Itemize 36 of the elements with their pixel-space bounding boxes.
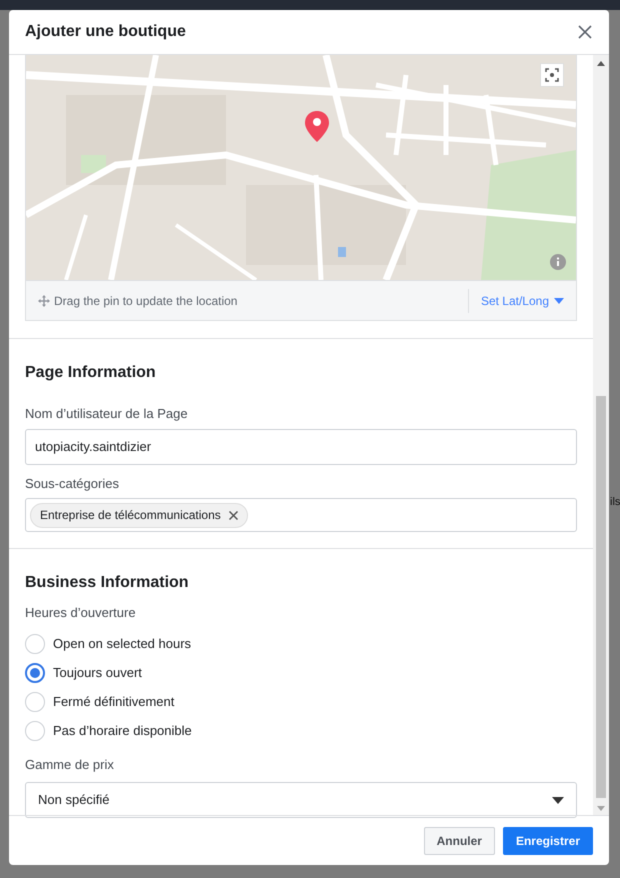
subcategories-field[interactable]: Entreprise de télécommunications [25,498,577,532]
caret-icon [554,298,564,304]
dialog-title: Ajouter une boutique [25,22,186,42]
move-icon [38,294,50,306]
cancel-button[interactable]: Annuler [424,826,495,854]
radio-label: Open on selected hours [53,635,192,654]
focus-icon [545,68,559,82]
price-range-select[interactable]: Non spécifié [25,782,577,818]
scroll-up-icon[interactable] [597,61,605,66]
field-label: Nom d’utilisateur de la Page [25,405,189,423]
map-pin-icon[interactable] [305,111,329,142]
scroll-down-icon[interactable] [597,806,605,811]
close-icon[interactable] [577,24,593,40]
background-text: ils [610,495,620,510]
section-heading: Page Information [25,363,157,383]
caret-icon [552,796,564,804]
scrollbar[interactable] [593,55,609,815]
recenter-button[interactable] [540,63,564,87]
field-label: Gamme de prix [25,756,115,774]
radio-label: Fermé définitivement [53,693,174,712]
map-hint: Drag the pin to update the location [54,292,238,310]
radio-option[interactable]: Toujours ouvert [25,658,577,688]
info-icon[interactable] [550,254,566,270]
radio-label: Toujours ouvert [53,664,142,682]
radio-button[interactable] [25,663,45,683]
section-heading: Business Information [25,573,190,593]
category-tag: Entreprise de télécommunications [30,502,248,528]
radio-option[interactable]: Fermé définitivement [25,688,577,716]
field-label: Sous-catégories [25,474,120,493]
field-label: Heures d’ouverture [25,604,137,622]
username-field[interactable]: utopiacity.saintdizier [25,428,577,464]
save-button[interactable]: Enregistrer [502,826,593,854]
radio-label: Pas d’horaire disponible [53,722,192,740]
radio-option[interactable]: Pas d’horaire disponible [25,716,577,746]
radio-option[interactable]: Open on selected hours [25,630,577,658]
remove-icon[interactable] [228,510,238,520]
